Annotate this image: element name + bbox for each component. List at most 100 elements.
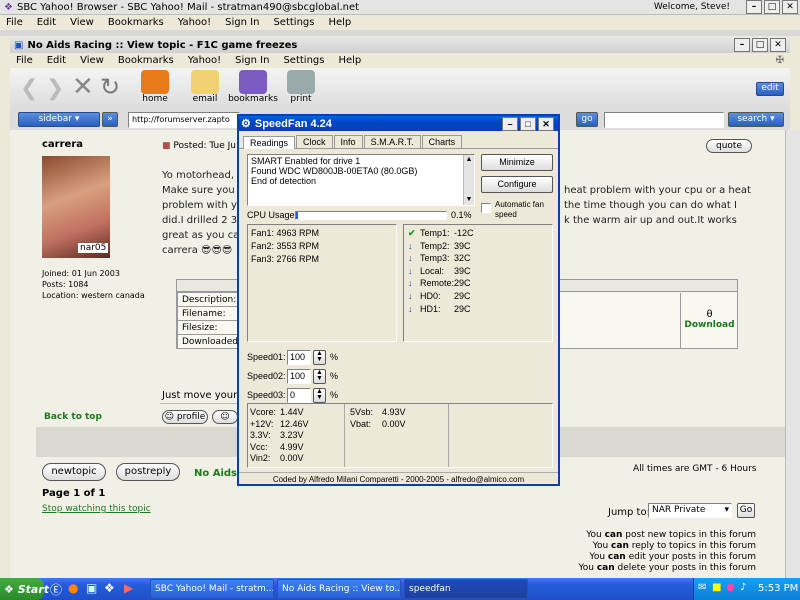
speed02-input[interactable]: 100 [287, 369, 311, 384]
profile-button[interactable]: ☺ profile [162, 410, 208, 424]
inner-menu-signin[interactable]: Sign In [235, 55, 269, 66]
speed02-stepper[interactable]: ▲ ▼ [313, 369, 326, 384]
email-icon [191, 70, 219, 94]
stop-icon[interactable]: ✕ [72, 72, 94, 102]
inner-close-button[interactable]: ✕ [770, 38, 786, 52]
media-quicklaunch-icon[interactable]: ▶ [124, 581, 133, 595]
post-line-1: Yo motorhead, [162, 170, 235, 181]
sf-configure-button[interactable]: Configure [481, 176, 553, 193]
back-to-top-link[interactable]: Back to top [44, 412, 102, 422]
jump-go-button[interactable]: Go [737, 503, 755, 518]
down-arrow-icon: ↓ [408, 278, 413, 289]
download-link[interactable]: Download [681, 320, 738, 330]
refresh-icon[interactable]: ↻ [100, 73, 120, 101]
log-scrollbar[interactable]: ▲ ▼ [463, 155, 474, 205]
tab-readings[interactable]: Readings [243, 136, 296, 149]
home-button[interactable]: home [130, 70, 180, 104]
inner-restore-button[interactable]: □ [752, 38, 768, 52]
post-author[interactable]: carrera [42, 139, 83, 150]
outer-close-button[interactable]: ✕ [782, 0, 798, 14]
chevron-down-icon: ▾ [724, 505, 729, 515]
outer-menu-settings[interactable]: Settings [273, 17, 314, 28]
tray-icon-2[interactable]: ■ [712, 582, 721, 593]
post-reply-button[interactable]: postreply [116, 463, 180, 481]
inner-menu-help[interactable]: Help [338, 55, 361, 66]
sf-maximize-button[interactable]: □ [520, 116, 536, 131]
post-line-4: did.I drilled 2 3 [162, 215, 238, 226]
outer-maximize-button[interactable]: □ [764, 0, 780, 14]
jump-to-select[interactable]: NAR Private ▾ [648, 503, 732, 518]
speedfan-title-bar: ⚙ SpeedFan 4.24 – □ ✕ [239, 116, 558, 131]
outer-menu-bookmarks[interactable]: Bookmarks [108, 17, 164, 28]
auto-fan-checkbox[interactable] [481, 203, 491, 213]
jump-to-label: Jump to: [608, 507, 650, 518]
speedfan-title: SpeedFan 4.24 [254, 117, 332, 130]
print-button[interactable]: print [276, 70, 326, 104]
temp-readings: ✔ Temp1: -12C ↓ Temp2: 39C ↓ Temp3: 32C ↓ Local… [403, 224, 553, 342]
inner-menu-bookmarks[interactable]: Bookmarks [118, 55, 174, 66]
back-arrow-icon[interactable]: ❮ [20, 76, 38, 101]
post-right-line-3: k the warm air up and out.It works [564, 215, 737, 226]
speed03-input[interactable]: 0 [287, 388, 311, 403]
ie-quicklaunch-icon[interactable]: Ⓔ [50, 581, 62, 598]
sidebar-button[interactable]: sidebar ▾ [18, 112, 100, 127]
speed03-stepper[interactable]: ▲ ▼ [313, 388, 326, 403]
outer-menu-signin[interactable]: Sign In [225, 17, 259, 28]
outer-menu-edit[interactable]: Edit [37, 17, 56, 28]
sf-minimize-app-button[interactable]: Minimize [481, 154, 553, 171]
inner-menu-edit[interactable]: Edit [47, 55, 66, 66]
pin-icon[interactable]: ✠ [776, 55, 784, 66]
tray-icon-3[interactable]: ● [726, 582, 735, 593]
tab-charts[interactable]: Charts [421, 135, 463, 148]
edit-button[interactable]: edit [756, 82, 784, 96]
download-cell[interactable]: θ Download [680, 293, 738, 349]
yahoo-quicklaunch-icon[interactable]: ❖ [104, 581, 115, 595]
tab-info[interactable]: Info [333, 135, 363, 148]
inner-menu-view[interactable]: View [80, 55, 104, 66]
inner-menu-file[interactable]: File [16, 55, 33, 66]
firefox-quicklaunch-icon[interactable]: ● [68, 581, 78, 595]
outer-menu-file[interactable]: File [6, 17, 23, 28]
address-input[interactable]: http://forumserver.zapto [128, 112, 240, 128]
search-input[interactable] [604, 112, 724, 128]
post-line-3: problem with yo [162, 200, 243, 211]
outer-minimize-button[interactable]: – [746, 0, 762, 14]
bookmarks-button[interactable]: bookmarks [228, 70, 278, 104]
temp-row: ↓ Temp3: 32C [408, 253, 471, 264]
voltages-right: 5Vsb: 4.93V Vbat: 0.00V [350, 407, 406, 429]
inner-menu-yahoo[interactable]: Yahoo! [188, 55, 221, 66]
go-button[interactable]: go [576, 112, 598, 127]
sidebar-expand-button[interactable]: » [102, 112, 118, 127]
page-scrollbar[interactable] [785, 130, 800, 578]
outer-menu-yahoo[interactable]: Yahoo! [178, 17, 211, 28]
page-icon: ▣ [14, 39, 24, 51]
tab-smart[interactable]: S.M.A.R.T. [363, 135, 421, 148]
speed01-stepper[interactable]: ▲ ▼ [313, 350, 326, 365]
start-button[interactable]: ❖ Start [0, 578, 49, 600]
forward-arrow-icon[interactable]: ❯ [46, 76, 64, 101]
pm-button[interactable]: ☺ [212, 410, 238, 424]
sf-log[interactable]: SMART Enabled for drive 1 Found WDC WD80… [247, 154, 475, 206]
stop-watching-link[interactable]: Stop watching this topic [42, 504, 151, 514]
post-separator [160, 403, 240, 404]
sidebar-label: sidebar [38, 114, 72, 124]
sf-close-button[interactable]: ✕ [538, 116, 554, 131]
outer-menu-view[interactable]: View [70, 17, 94, 28]
task-no-aids[interactable]: No Aids Racing :: View to... [277, 579, 401, 599]
task-sbc-mail[interactable]: SBC Yahoo! Mail - stratm... [150, 579, 274, 599]
desktop-quicklaunch-icon[interactable]: ▣ [86, 581, 97, 595]
outer-menu-help[interactable]: Help [328, 17, 351, 28]
task-speedfan[interactable]: speedfan [404, 579, 528, 599]
speed01-input[interactable]: 100 [287, 350, 311, 365]
sf-minimize-button[interactable]: – [502, 116, 518, 131]
email-button[interactable]: email [180, 70, 230, 104]
inner-title-bar: ▣ No Aids Racing :: View topic - F1C gam… [10, 37, 790, 53]
inner-minimize-button[interactable]: – [734, 38, 750, 52]
search-button[interactable]: search ▾ [728, 112, 784, 127]
tab-clock[interactable]: Clock [296, 135, 333, 148]
new-topic-button[interactable]: newtopic [42, 463, 106, 481]
tray-icon-1[interactable]: ✉ [698, 582, 706, 593]
quote-button[interactable]: quote [706, 139, 752, 153]
inner-menu-settings[interactable]: Settings [283, 55, 324, 66]
speaker-icon[interactable]: ♪ [740, 582, 746, 593]
